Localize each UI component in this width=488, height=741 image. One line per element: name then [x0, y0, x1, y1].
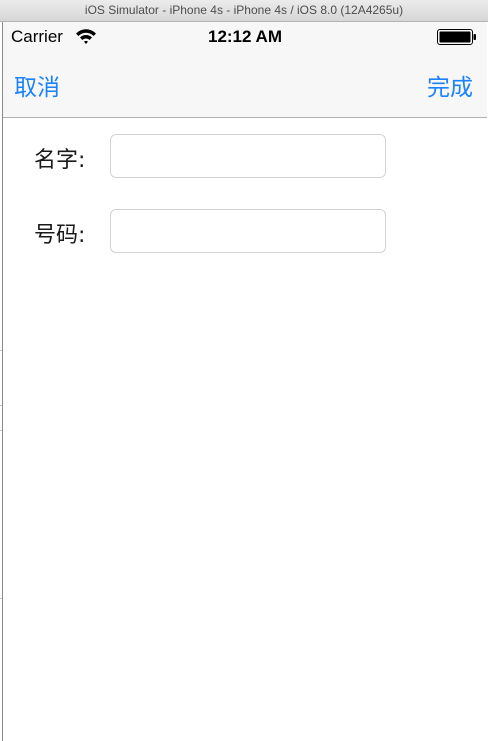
phone-input[interactable] — [110, 209, 386, 253]
background-divider — [0, 598, 2, 599]
name-input[interactable] — [110, 134, 386, 178]
battery-full-icon — [437, 29, 476, 45]
background-divider — [0, 350, 2, 351]
device-screen: Carrier 12:12 AM 取消 完成 名字: 号码: — [2, 22, 488, 741]
navigation-bar: 取消 完成 — [3, 52, 487, 118]
status-time: 12:12 AM — [207, 27, 282, 46]
name-row: 名字: — [3, 134, 487, 180]
status-bar: Carrier 12:12 AM — [3, 22, 487, 52]
phone-label: 号码: — [34, 223, 86, 248]
window-title-bar[interactable]: iOS Simulator - iPhone 4s - iPhone 4s / … — [0, 0, 488, 22]
window-title: iOS Simulator - iPhone 4s - iPhone 4s / … — [84, 3, 404, 17]
background-divider — [0, 405, 2, 406]
simulator-window: iOS Simulator - iPhone 4s - iPhone 4s / … — [0, 0, 488, 741]
phone-row: 号码: — [3, 209, 487, 255]
name-label: 名字: — [34, 148, 86, 173]
background-divider — [0, 430, 2, 431]
cancel-button[interactable]: 取消 — [14, 68, 60, 102]
done-button[interactable]: 完成 — [427, 68, 473, 102]
